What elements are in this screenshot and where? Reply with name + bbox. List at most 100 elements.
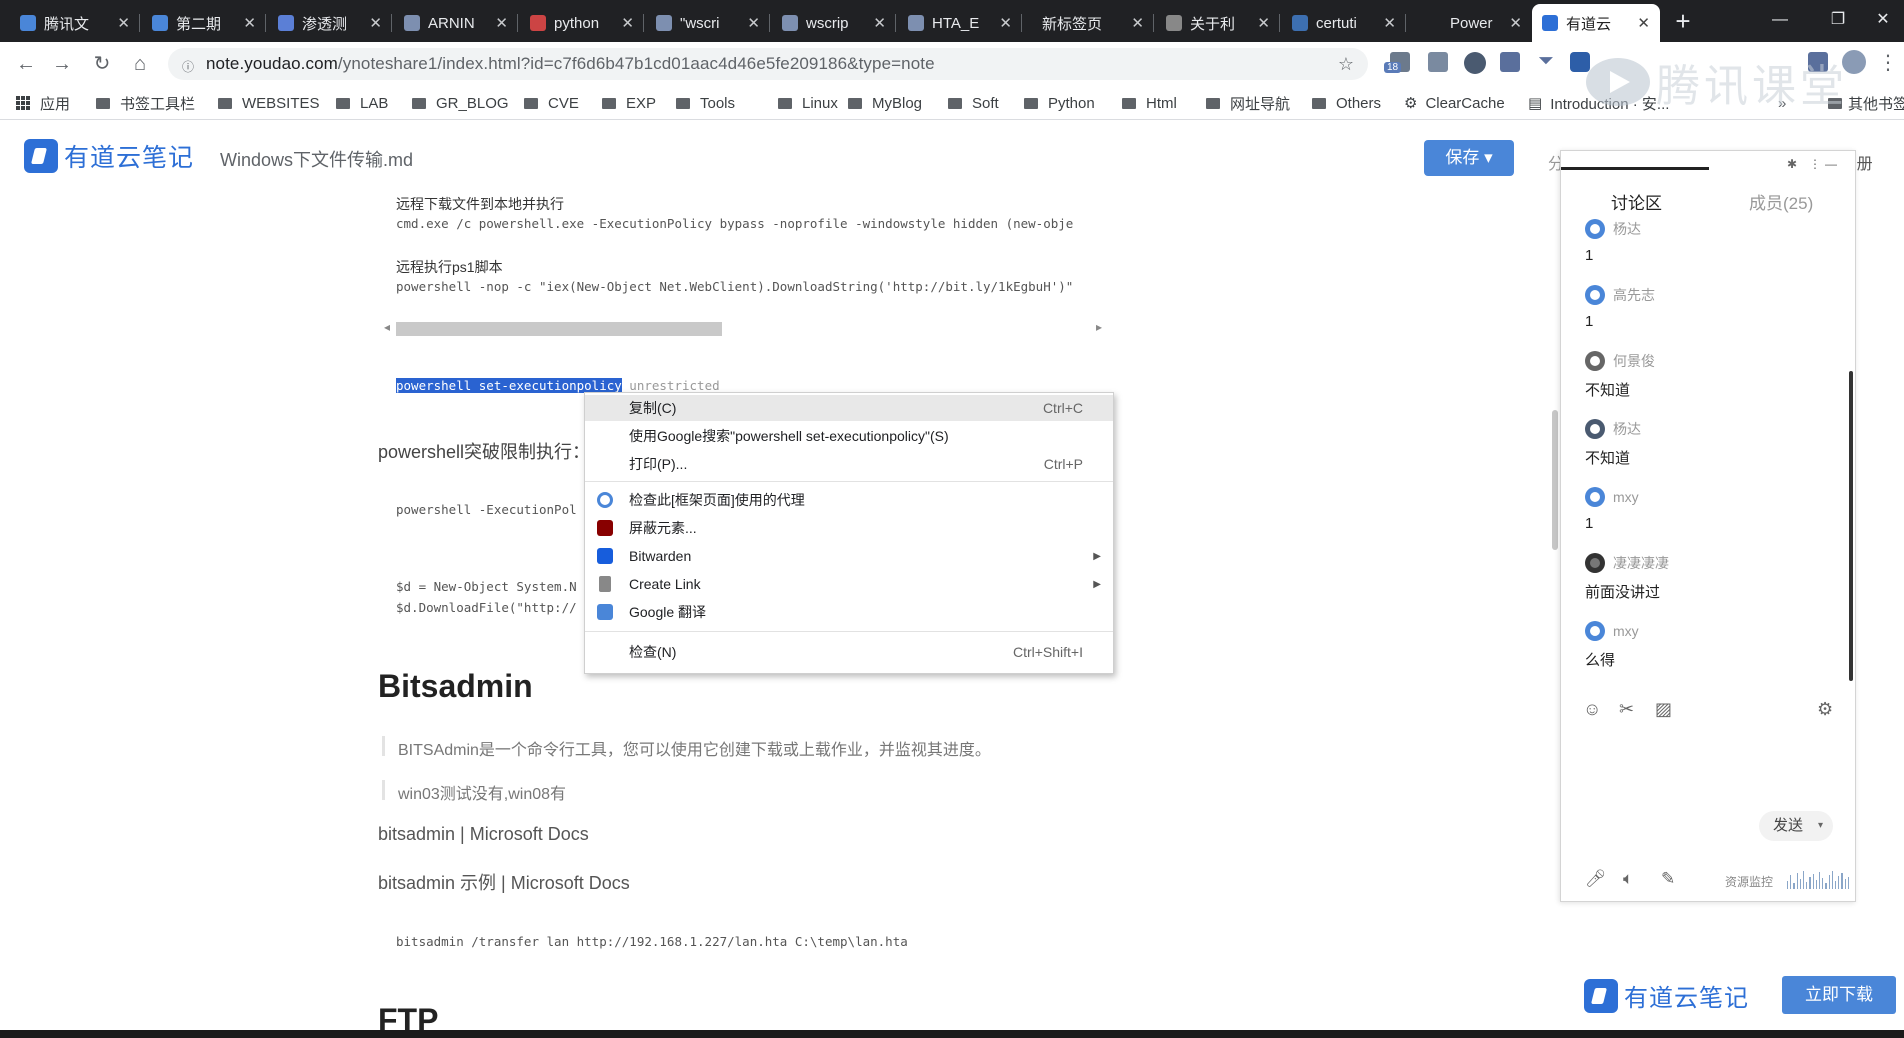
- download-now-button[interactable]: 立即下载: [1782, 976, 1896, 1014]
- send-button[interactable]: 发送 ▾: [1759, 811, 1833, 841]
- context-menu-print[interactable]: 打印(P)... Ctrl+P: [585, 451, 1113, 477]
- browser-tab[interactable]: 关于利 ✕: [1156, 4, 1280, 42]
- browser-tab[interactable]: ARNIN ✕: [394, 4, 518, 42]
- scroll-right-icon[interactable]: ▸: [1096, 320, 1102, 334]
- extension-icon[interactable]: [1500, 52, 1520, 72]
- tab-close-icon[interactable]: ✕: [873, 14, 886, 32]
- browser-tab[interactable]: 渗透测 ✕: [268, 4, 392, 42]
- code-line-selected[interactable]: powershell set-executionpolicy unrestric…: [396, 378, 720, 393]
- tab-discussion[interactable]: 讨论区: [1561, 167, 1709, 214]
- panel-menu-icon[interactable]: ⋮: [1809, 157, 1821, 171]
- speaker-icon[interactable]: 🔈︎: [1623, 869, 1633, 889]
- context-menu-google-search[interactable]: 使用Google搜索"powershell set-executionpolic…: [585, 423, 1113, 449]
- browser-tab[interactable]: 腾讯文 ✕: [10, 4, 140, 42]
- bookmark-folder[interactable]: Python: [1024, 92, 1095, 114]
- extension-icon[interactable]: [1428, 52, 1448, 72]
- emoji-icon[interactable]: ☺: [1583, 699, 1601, 720]
- browser-tab[interactable]: certuti ✕: [1282, 4, 1406, 42]
- context-menu-google-translate[interactable]: Google 翻译: [585, 599, 1113, 625]
- new-tab-button[interactable]: +: [1668, 6, 1698, 36]
- browser-tab[interactable]: "wscri ✕: [646, 4, 770, 42]
- close-window-icon[interactable]: ✕: [1862, 0, 1904, 42]
- bookmark-folder[interactable]: Others: [1312, 92, 1381, 114]
- browser-tab[interactable]: python ✕: [520, 4, 644, 42]
- reload-icon[interactable]: ↻: [88, 50, 116, 78]
- panel-minimize-icon[interactable]: —: [1825, 157, 1837, 171]
- chat-scrollbar[interactable]: [1849, 371, 1853, 681]
- menu-kebab-icon[interactable]: ⋮: [1878, 50, 1898, 75]
- tab-members[interactable]: 成员(25): [1749, 189, 1813, 214]
- youdao-logo[interactable]: 有道云笔记: [24, 138, 194, 174]
- tab-favicon-icon: [530, 15, 546, 31]
- extension-icon[interactable]: [1464, 52, 1486, 74]
- bookmark-folder[interactable]: 书签工具栏: [96, 92, 195, 114]
- browser-tab[interactable]: 新标签页 ✕: [1024, 4, 1154, 42]
- save-button[interactable]: 保存 ▾: [1424, 140, 1514, 176]
- filter-icon[interactable]: ⏷: [1538, 50, 1554, 73]
- resource-monitor-graph: [1787, 869, 1850, 889]
- context-menu-inspect[interactable]: 检查(N) Ctrl+Shift+I: [585, 639, 1113, 665]
- bookmark-folder[interactable]: Linux: [778, 92, 838, 114]
- bookmark-folder[interactable]: 网址导航: [1206, 92, 1290, 114]
- info-icon[interactable]: ⓘ: [182, 58, 194, 74]
- url-text[interactable]: note.youdao.com/ynoteshare1/index.html?i…: [206, 54, 935, 74]
- tab-close-icon[interactable]: ✕: [1509, 14, 1522, 32]
- bookmark-folder[interactable]: Html: [1122, 92, 1177, 114]
- tab-close-icon[interactable]: ✕: [1257, 14, 1270, 32]
- bookmark-folder[interactable]: WEBSITES: [218, 92, 320, 114]
- tab-close-icon[interactable]: ✕: [1131, 14, 1144, 32]
- bookmark-folder[interactable]: LAB: [336, 92, 388, 114]
- tab-close-icon[interactable]: ✕: [999, 14, 1012, 32]
- bookmark-clearcache[interactable]: ⚙ ClearCache: [1404, 92, 1505, 114]
- scissors-icon[interactable]: ✂: [1619, 699, 1634, 720]
- back-icon[interactable]: ←: [12, 50, 40, 78]
- chat-username: 杨达: [1585, 219, 1641, 239]
- forward-icon[interactable]: →: [48, 50, 76, 78]
- minimize-icon[interactable]: —: [1752, 0, 1808, 42]
- page-scrollbar[interactable]: [1552, 410, 1558, 550]
- restore-icon[interactable]: ❐: [1810, 0, 1866, 42]
- folder-icon: [1024, 97, 1038, 109]
- address-bar[interactable]: ⓘ note.youdao.com/ynoteshare1/index.html…: [168, 48, 1368, 80]
- browser-tab[interactable]: wscrip ✕: [772, 4, 896, 42]
- bookmark-folder[interactable]: GR_BLOG: [412, 92, 509, 114]
- bookmark-apps[interactable]: 应用: [16, 92, 70, 114]
- context-menu-proxy-check[interactable]: 检查此[框架页面]使用的代理: [585, 487, 1113, 513]
- image-icon[interactable]: ▨: [1655, 699, 1672, 720]
- doc-link[interactable]: bitsadmin | Microsoft Docs: [378, 824, 589, 845]
- tab-close-icon[interactable]: ✕: [369, 14, 382, 32]
- tab-close-icon[interactable]: ✕: [621, 14, 634, 32]
- bookmark-star-icon[interactable]: ☆: [1338, 54, 1354, 75]
- settings-icon[interactable]: ⚙: [1817, 699, 1833, 720]
- context-menu-copy[interactable]: 复制(C) Ctrl+C: [585, 395, 1113, 421]
- browser-tab[interactable]: HTA_E ✕: [898, 4, 1022, 42]
- mute-icon[interactable]: ✎: [1661, 869, 1675, 889]
- chevron-down-icon[interactable]: ▾: [1818, 811, 1823, 841]
- bookmark-folder[interactable]: CVE: [524, 92, 579, 114]
- browser-tab[interactable]: 第二期 ✕: [142, 4, 266, 42]
- tab-close-icon[interactable]: ✕: [747, 14, 760, 32]
- pin-icon[interactable]: ✱: [1787, 157, 1797, 171]
- bookmark-folder[interactable]: Tools: [676, 92, 735, 114]
- tab-close-icon[interactable]: ✕: [1383, 14, 1396, 32]
- context-menu-create-link[interactable]: Create Link ▶: [585, 571, 1113, 597]
- code-horizontal-scrollbar[interactable]: [396, 322, 722, 336]
- browser-tab[interactable]: Power ✕: [1408, 4, 1532, 42]
- bookmark-folder[interactable]: Soft: [948, 92, 999, 114]
- microphone-icon[interactable]: 🎤︎: [1585, 869, 1607, 889]
- bookmark-folder[interactable]: EXP: [602, 92, 656, 114]
- tab-close-icon[interactable]: ✕: [1637, 14, 1650, 32]
- doc-link[interactable]: bitsadmin 示例 | Microsoft Docs: [378, 869, 630, 895]
- tab-close-icon[interactable]: ✕: [495, 14, 508, 32]
- context-menu-bitwarden[interactable]: Bitwarden ▶: [585, 543, 1113, 569]
- folder-icon: [1122, 97, 1136, 109]
- tab-close-icon[interactable]: ✕: [243, 14, 256, 32]
- bookmark-folder[interactable]: MyBlog: [848, 92, 922, 114]
- scroll-left-icon[interactable]: ◂: [384, 320, 390, 334]
- home-icon[interactable]: ⌂: [126, 50, 154, 78]
- browser-tab-active[interactable]: 有道云 ✕: [1532, 4, 1660, 42]
- folder-icon: [412, 97, 426, 109]
- context-menu-block-element[interactable]: 屏蔽元素...: [585, 515, 1113, 541]
- youdao-promo-logo[interactable]: 有道云笔记: [1584, 978, 1749, 1013]
- tab-close-icon[interactable]: ✕: [117, 14, 130, 32]
